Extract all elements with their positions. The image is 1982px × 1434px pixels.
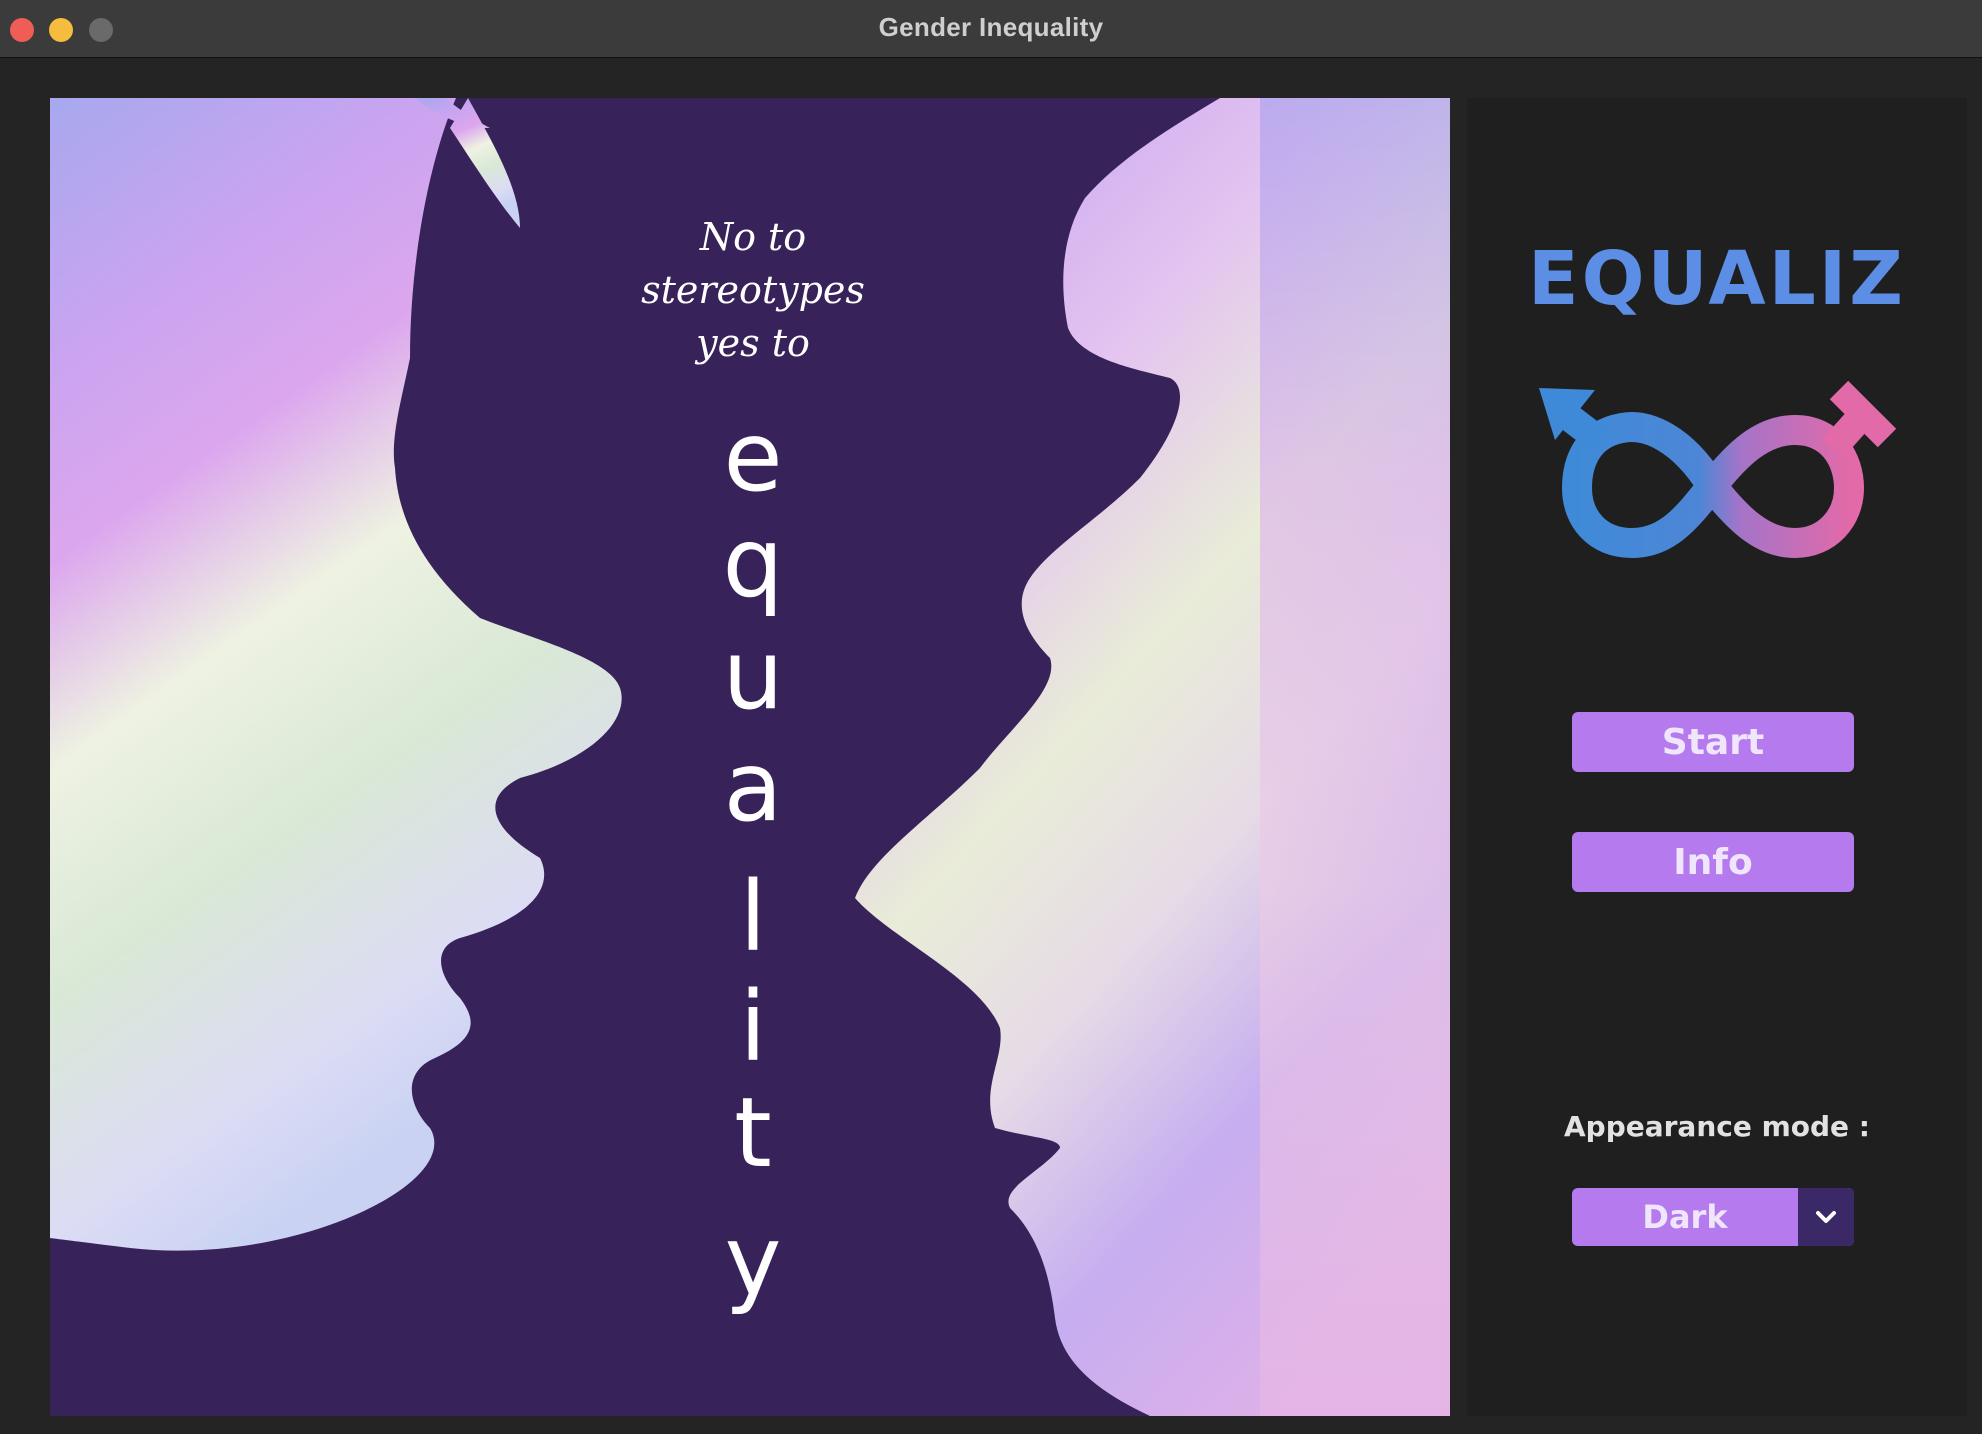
chevron-down-icon [1816, 1211, 1836, 1223]
poster-letter: u [723, 619, 784, 731]
poster-letter: y [725, 1205, 782, 1317]
appearance-mode-dropdown[interactable]: Dark [1572, 1188, 1854, 1246]
poster-letter: q [723, 507, 784, 619]
window-title: Gender Inequality [878, 12, 1104, 42]
appearance-mode-label: Appearance mode : [1563, 1110, 1870, 1143]
appearance-mode-value[interactable]: Dark [1572, 1188, 1798, 1246]
equality-poster-image: No to stereotypes yes to e q u a l i t y [50, 98, 1450, 1416]
app-window: Gender Inequality No to stereotypes yes … [0, 0, 1982, 1434]
app-brand-title: EQUALIZ [1528, 236, 1906, 322]
dropdown-toggle[interactable] [1798, 1188, 1854, 1246]
poster-letter: t [734, 1077, 772, 1189]
poster-letter: i [740, 971, 767, 1083]
gender-equality-infinity-icon [1537, 368, 1897, 578]
tagline-line-3: yes to [694, 321, 810, 365]
start-button[interactable]: Start [1572, 712, 1854, 772]
info-button[interactable]: Info [1572, 832, 1854, 892]
tagline-line-2: stereotypes [641, 268, 865, 312]
tagline-line-1: No to [699, 215, 806, 259]
title-bar[interactable]: Gender Inequality [0, 0, 1982, 58]
sidebar-panel: EQUALIZ Start Info Appearance mode: Dar… [1467, 98, 1967, 1416]
poster-letter: l [740, 861, 767, 973]
right-edge-glow [1260, 98, 1450, 1416]
poster-letter: e [723, 401, 782, 513]
poster-letter: a [724, 731, 783, 843]
main-content: No to stereotypes yes to e q u a l i t y… [0, 58, 1982, 1434]
